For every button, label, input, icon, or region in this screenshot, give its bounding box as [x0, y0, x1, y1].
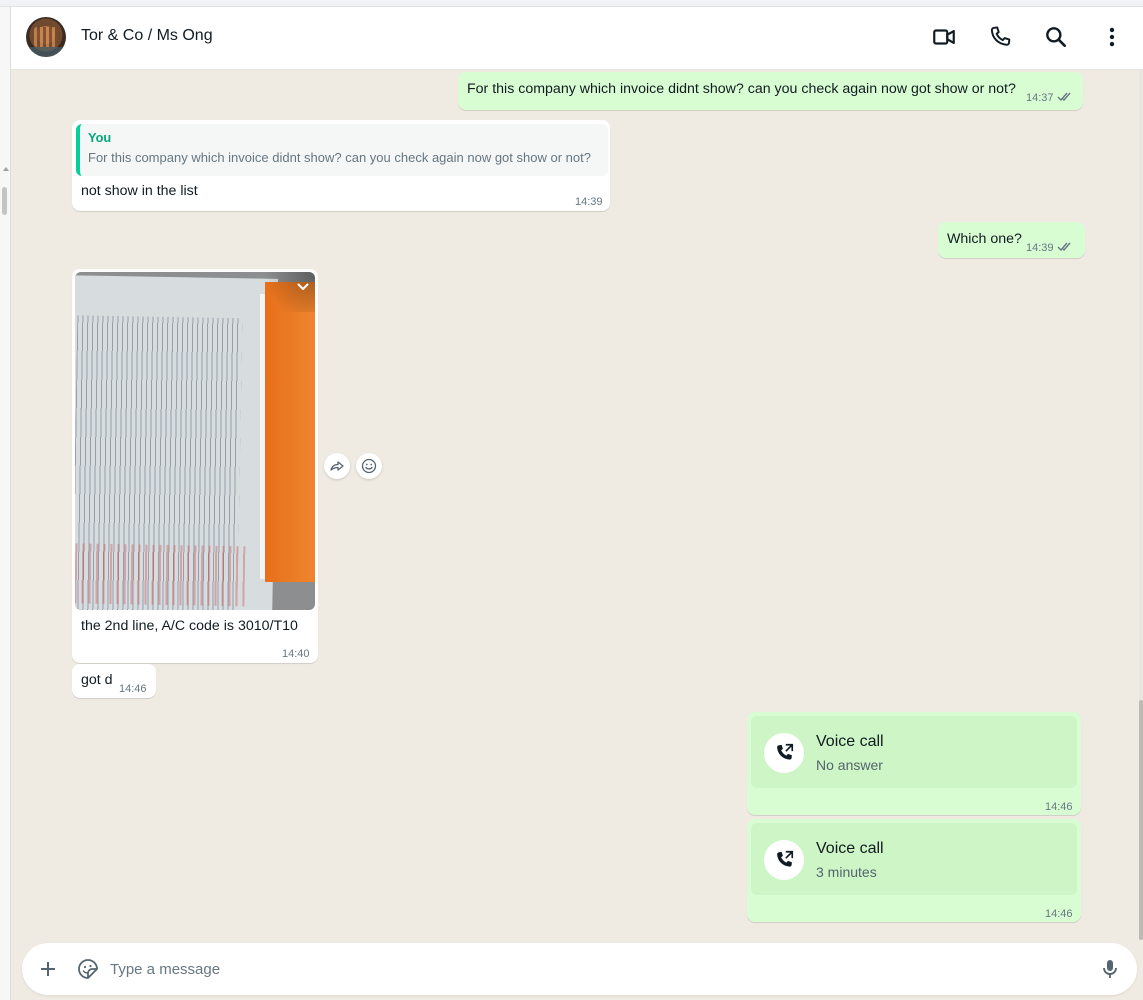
message-text: Which one?: [947, 231, 1022, 247]
message-photo[interactable]: [75, 272, 315, 610]
message-time: 14:46: [1045, 908, 1073, 920]
message-bubble-outgoing[interactable]: For this company which invoice didnt sho…: [458, 72, 1083, 110]
message-time: 14:40: [282, 648, 310, 660]
sticker-icon[interactable]: [76, 957, 100, 981]
left-scrollbar-thumb[interactable]: [2, 187, 7, 215]
left-scrollbar[interactable]: [0, 7, 11, 1000]
voice-call-bubble[interactable]: Voice call No answer 14:46: [747, 712, 1081, 815]
message-bubble-incoming[interactable]: You For this company which invoice didnt…: [72, 120, 610, 211]
attach-plus-icon[interactable]: [36, 957, 60, 981]
message-time: 14:39: [575, 196, 603, 208]
menu-icon[interactable]: [1099, 24, 1125, 50]
outgoing-call-icon: [764, 840, 804, 880]
call-title: Voice call: [816, 840, 884, 857]
read-ticks-icon: [1057, 90, 1073, 109]
quoted-message[interactable]: You For this company which invoice didnt…: [76, 124, 608, 176]
voice-call-card[interactable]: Voice call 3 minutes: [751, 823, 1077, 895]
call-duration: 3 minutes: [816, 864, 877, 880]
read-ticks-icon: [1057, 240, 1073, 259]
video-call-icon[interactable]: [931, 24, 957, 50]
forward-button[interactable]: [324, 453, 350, 479]
image-caption: the 2nd line, A/C code is 3010/T10: [81, 618, 298, 634]
chevron-down-icon[interactable]: [296, 280, 310, 294]
microphone-icon[interactable]: [1098, 957, 1122, 981]
chat-scrollbar-thumb[interactable]: [1139, 700, 1143, 940]
voice-call-card[interactable]: Voice call No answer: [751, 716, 1077, 788]
quote-text: For this company which invoice didnt sho…: [88, 150, 591, 165]
avatar[interactable]: [26, 17, 66, 57]
message-time: 14:37: [1026, 92, 1054, 104]
message-meta: 14:37: [1026, 89, 1073, 109]
voice-call-icon[interactable]: [987, 24, 1013, 50]
call-title: Voice call: [816, 733, 884, 750]
call-status: No answer: [816, 757, 883, 773]
message-time: 14:46: [119, 683, 147, 695]
photo-document: [75, 275, 279, 610]
quote-author: You: [88, 130, 112, 145]
window-top-strip: [0, 0, 1143, 7]
message-time: 14:46: [1045, 801, 1073, 813]
chat-scrollbar[interactable]: [1139, 70, 1143, 940]
chat-title[interactable]: Tor & Co / Ms Ong: [81, 27, 213, 45]
message-text: For this company which invoice didnt sho…: [467, 81, 1016, 97]
emoji-icon: [361, 458, 377, 474]
message-composer: [22, 943, 1137, 995]
message-meta: 14:39: [1026, 239, 1073, 259]
react-button[interactable]: [356, 453, 382, 479]
message-text: got d: [81, 672, 113, 688]
message-bubble-outgoing[interactable]: Which one? 14:39: [938, 222, 1085, 258]
voice-call-bubble[interactable]: Voice call 3 minutes 14:46: [747, 819, 1081, 922]
photo-folder: [265, 282, 315, 582]
chat-header: Tor & Co / Ms Ong: [11, 7, 1143, 70]
forward-icon: [330, 461, 344, 471]
message-bubble-incoming[interactable]: got d 14:46: [72, 664, 156, 698]
message-input[interactable]: [110, 955, 1070, 983]
scroll-up-arrow-icon[interactable]: [3, 167, 9, 171]
message-bubble-image[interactable]: the 2nd line, A/C code is 3010/T10 14:40: [72, 269, 318, 663]
message-time: 14:39: [1026, 242, 1054, 254]
missed-call-icon: [764, 733, 804, 773]
message-text: not show in the list: [81, 183, 198, 199]
search-icon[interactable]: [1043, 24, 1069, 50]
